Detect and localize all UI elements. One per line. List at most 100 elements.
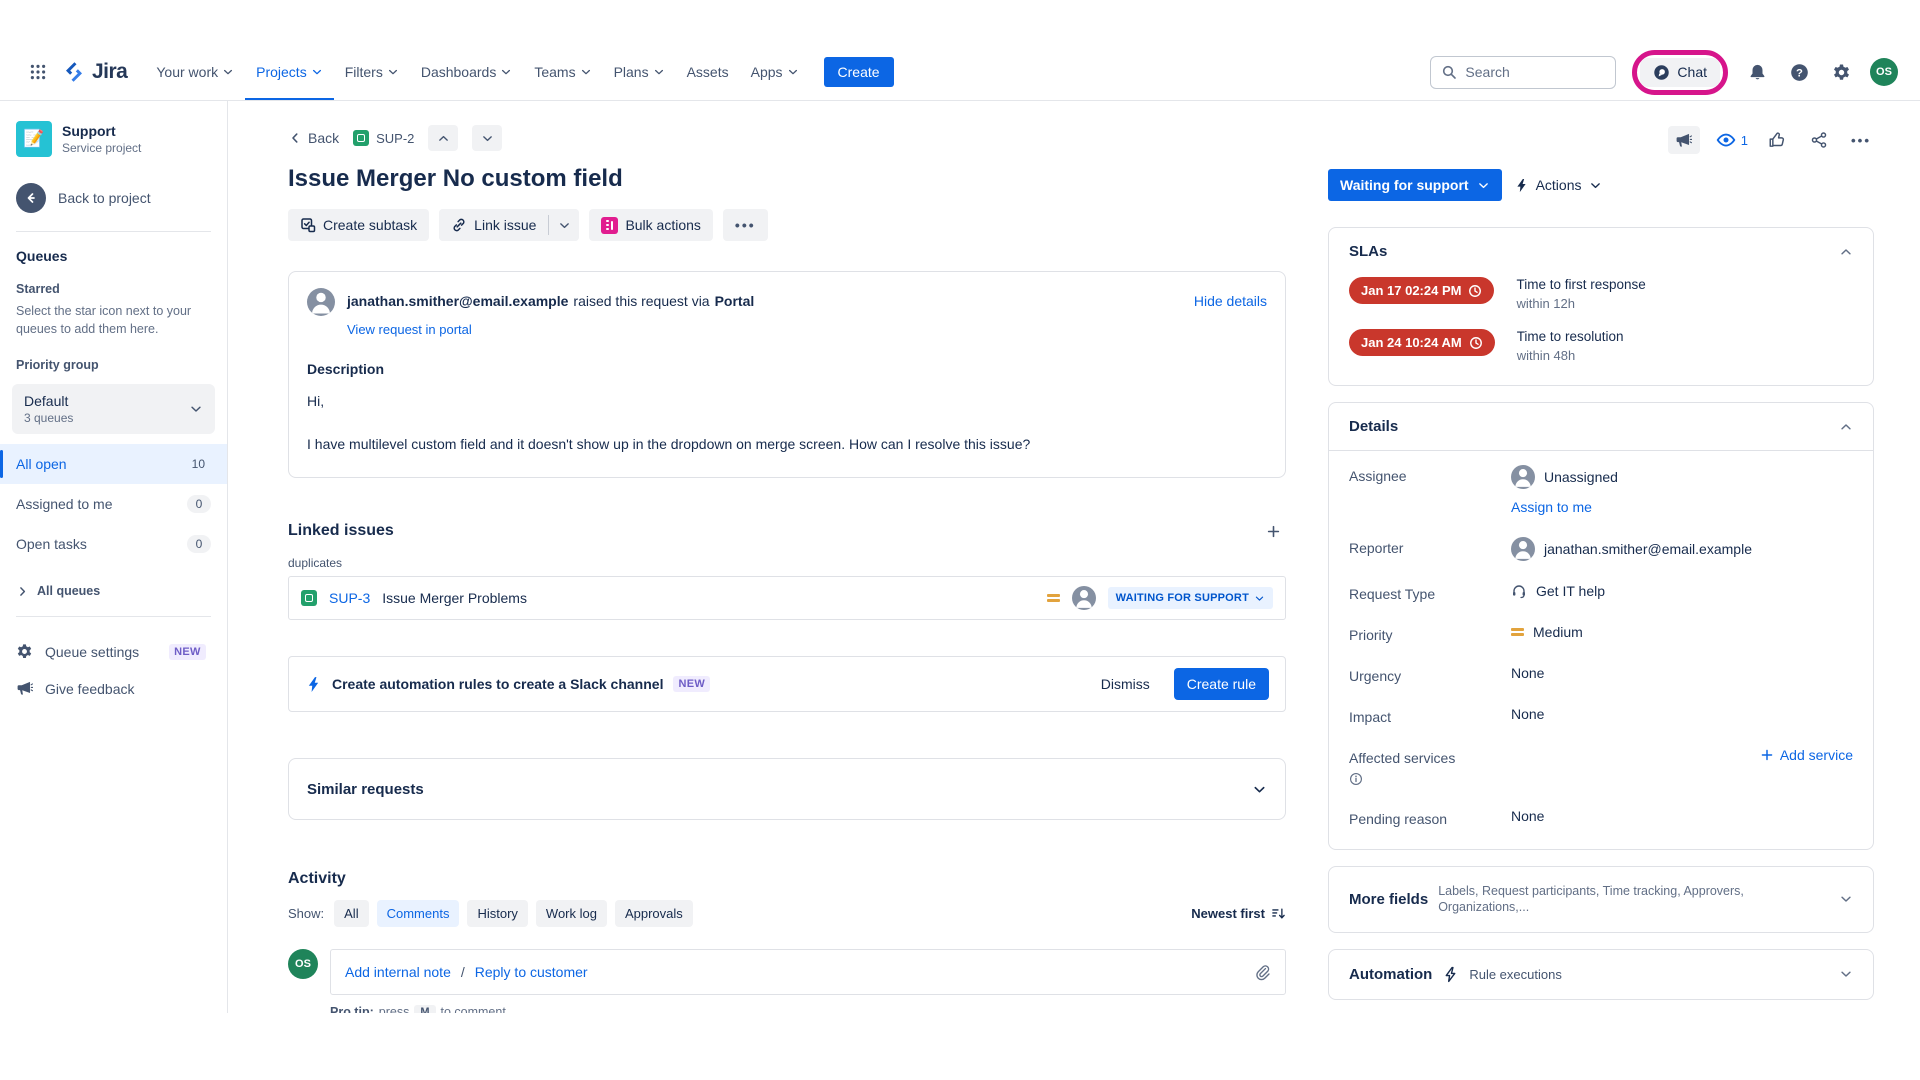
chat-button[interactable]: Chat	[1640, 58, 1720, 87]
chevron-down-icon	[311, 66, 323, 78]
more-fields-card: More fields Labels, Request participants…	[1328, 866, 1874, 933]
urgency-value[interactable]: None	[1511, 665, 1853, 681]
share-icon[interactable]	[1806, 127, 1832, 153]
sidebar-item-assigned-to-me[interactable]: Assigned to me 0	[0, 484, 227, 524]
sidebar-item-open-tasks[interactable]: Open tasks 0	[0, 524, 227, 564]
issue-context-panel: 1 ••• Waiting for support Actions	[1328, 101, 1920, 1013]
clock-icon	[1468, 284, 1482, 298]
add-internal-note-link[interactable]: Add internal note	[345, 964, 451, 980]
nav-apps[interactable]: Apps	[740, 44, 810, 100]
reply-to-customer-link[interactable]: Reply to customer	[475, 964, 588, 980]
search-input[interactable]	[1465, 64, 1585, 80]
assign-to-me-link[interactable]: Assign to me	[1511, 499, 1592, 515]
reporter-value[interactable]: janathan.smither@email.example	[1544, 541, 1752, 557]
app-switcher-icon[interactable]	[22, 56, 54, 88]
settings-gear-icon[interactable]	[1828, 59, 1854, 85]
nav-plans[interactable]: Plans	[603, 44, 676, 100]
link-issue-split-button: Link issue	[439, 209, 579, 241]
filter-history[interactable]: History	[467, 900, 527, 927]
field-pending-reason: Pending reason None	[1349, 808, 1853, 827]
notifications-bell-icon[interactable]	[1744, 59, 1770, 85]
bulk-actions-button[interactable]: Bulk actions	[589, 209, 712, 241]
give-feedback[interactable]: Give feedback	[0, 670, 227, 707]
all-queues-toggle[interactable]: All queues	[0, 564, 227, 616]
link-relation-label: duplicates	[288, 556, 1286, 570]
feedback-megaphone-icon[interactable]	[1668, 126, 1700, 154]
view-request-in-portal-link[interactable]: View request in portal	[347, 322, 472, 337]
create-subtask-button[interactable]: Create subtask	[288, 209, 429, 241]
linked-issue-status-dropdown[interactable]: WAITING FOR SUPPORT	[1108, 587, 1273, 609]
help-icon[interactable]	[1786, 59, 1812, 85]
linked-issue-row[interactable]: SUP-3 Issue Merger Problems WAITING FOR …	[288, 576, 1286, 620]
reporter-email: janathan.smither@email.example	[347, 293, 568, 309]
add-linked-issue-button[interactable]	[1260, 518, 1286, 544]
nav-projects[interactable]: Projects	[245, 44, 334, 100]
gear-icon	[16, 643, 33, 660]
add-service-link[interactable]: Add service	[1760, 747, 1853, 763]
plus-icon	[1266, 524, 1281, 539]
previous-issue-button[interactable]	[428, 125, 458, 151]
actions-dropdown[interactable]: Actions	[1514, 177, 1602, 193]
request-type-value[interactable]: Get IT help	[1536, 583, 1605, 599]
sla-row: Jan 24 10:24 AM Time to resolution withi…	[1349, 329, 1853, 363]
queue-group-selector[interactable]: Default 3 queues	[12, 384, 215, 434]
chevron-down-icon	[1254, 593, 1265, 604]
details-header[interactable]: Details	[1329, 403, 1873, 451]
sla-row: Jan 17 02:24 PM Time to first response w…	[1349, 277, 1853, 311]
more-options-icon[interactable]: •••	[1848, 127, 1874, 153]
nav-your-work[interactable]: Your work	[145, 44, 245, 100]
filter-approvals[interactable]: Approvals	[615, 900, 693, 927]
more-actions-button[interactable]: •••	[723, 209, 768, 241]
jira-logo[interactable]: Jira	[62, 60, 127, 84]
automation-header[interactable]: Automation Rule executions	[1329, 950, 1873, 999]
chevron-down-icon	[1839, 967, 1853, 981]
status-dropdown[interactable]: Waiting for support	[1328, 169, 1502, 201]
link-issue-button[interactable]: Link issue	[439, 209, 548, 241]
sla-due-badge[interactable]: Jan 24 10:24 AM	[1349, 329, 1495, 356]
more-fields-header[interactable]: More fields Labels, Request participants…	[1329, 867, 1873, 932]
attachment-paperclip-icon[interactable]	[1254, 964, 1271, 981]
sort-order-button[interactable]: Newest first	[1191, 906, 1286, 921]
sidebar-item-all-open[interactable]: All open 10	[0, 444, 227, 484]
slas-header[interactable]: SLAs	[1329, 228, 1873, 275]
field-request-type: Request Type Get IT help	[1349, 583, 1853, 602]
watchers-button[interactable]: 1	[1716, 130, 1748, 150]
priority-value[interactable]: Medium	[1533, 624, 1583, 640]
create-button[interactable]: Create	[824, 57, 894, 87]
user-avatar[interactable]: OS	[1870, 58, 1898, 86]
sla-due-badge[interactable]: Jan 17 02:24 PM	[1349, 277, 1494, 304]
nav-assets[interactable]: Assets	[676, 44, 740, 100]
nav-teams[interactable]: Teams	[523, 44, 602, 100]
comment-composer[interactable]: Add internal note / Reply to customer	[330, 949, 1286, 995]
filter-comments[interactable]: Comments	[377, 900, 460, 927]
filter-all[interactable]: All	[334, 900, 368, 927]
request-type-icon	[301, 590, 317, 606]
impact-value[interactable]: None	[1511, 706, 1853, 722]
nav-dashboards[interactable]: Dashboards	[410, 44, 524, 100]
queue-settings[interactable]: Queue settings NEW	[0, 633, 227, 670]
details-card: Details Assignee Unassigned Assig	[1328, 402, 1874, 850]
clock-icon	[1469, 336, 1483, 350]
nav-filters[interactable]: Filters	[334, 44, 410, 100]
filter-work-log[interactable]: Work log	[536, 900, 607, 927]
hide-details-link[interactable]: Hide details	[1194, 288, 1267, 309]
like-thumbs-up-icon[interactable]	[1764, 127, 1790, 153]
starred-hint: Select the star icon next to your queues…	[0, 302, 227, 358]
top-navigation-bar: Jira Your work Projects Filters Dashboar…	[0, 44, 1920, 101]
search-box[interactable]	[1430, 56, 1616, 89]
back-link[interactable]: Back	[288, 130, 339, 146]
linked-issue-key[interactable]: SUP-3	[329, 590, 370, 606]
create-rule-button[interactable]: Create rule	[1174, 668, 1269, 700]
similar-requests-panel[interactable]: Similar requests	[288, 758, 1286, 820]
project-name: Support	[62, 123, 141, 139]
link-issue-dropdown[interactable]	[549, 209, 579, 241]
dismiss-button[interactable]: Dismiss	[1101, 676, 1150, 692]
back-to-project[interactable]: Back to project	[0, 179, 227, 231]
request-type-icon	[353, 130, 369, 146]
next-issue-button[interactable]	[472, 125, 502, 151]
issue-key-link[interactable]: SUP-2	[353, 130, 414, 146]
linked-issues-heading: Linked issues	[288, 522, 394, 540]
activity-section: Activity Show: All Comments History Work…	[288, 870, 1286, 1013]
assignee-value[interactable]: Unassigned	[1544, 469, 1618, 485]
pending-reason-value[interactable]: None	[1511, 808, 1853, 824]
